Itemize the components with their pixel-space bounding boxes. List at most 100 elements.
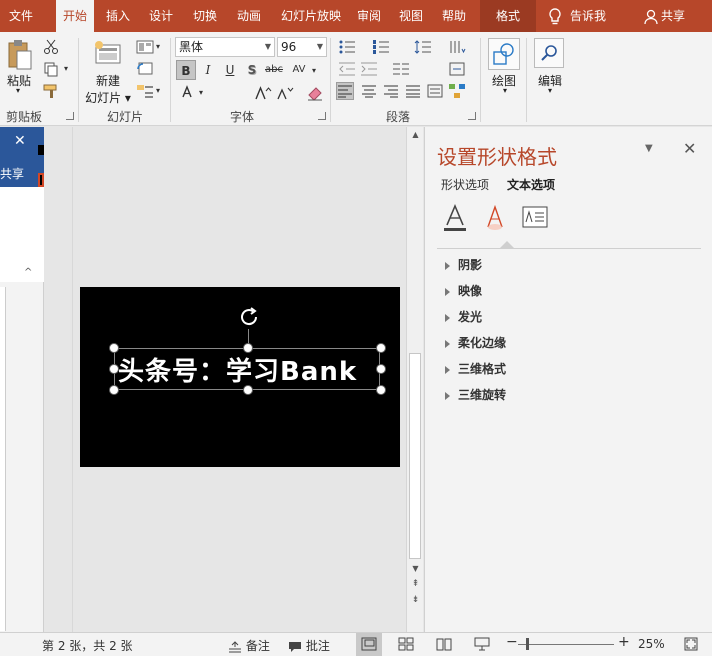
font-launcher[interactable]: [318, 112, 326, 120]
char-spacing-dropdown-icon[interactable]: ▾: [310, 64, 318, 76]
increase-indent-button[interactable]: [360, 60, 378, 78]
justify-button[interactable]: [404, 82, 422, 100]
section-3d-format[interactable]: 三维格式: [445, 360, 506, 377]
textbox-icon[interactable]: [521, 203, 549, 233]
reading-view-button[interactable]: [436, 637, 452, 654]
copy-button[interactable]: [42, 60, 60, 78]
tab-help[interactable]: 帮助: [436, 0, 472, 32]
resize-handle[interactable]: [109, 343, 119, 353]
drawing-button[interactable]: [488, 38, 520, 70]
tab-animations[interactable]: 动画: [230, 0, 268, 32]
editing-dropdown-icon[interactable]: ▾: [545, 86, 555, 95]
bullets-button[interactable]: [338, 38, 356, 56]
columns-button[interactable]: [392, 60, 410, 78]
chevron-up-icon[interactable]: ^: [24, 267, 32, 278]
zoom-slider[interactable]: [518, 644, 614, 645]
tab-shape-options[interactable]: 形状选项: [441, 176, 489, 193]
scroll-down-icon[interactable]: ▼: [407, 564, 424, 573]
decrease-font-button[interactable]: [276, 84, 294, 102]
resize-handle[interactable]: [243, 343, 253, 353]
align-left-button[interactable]: [336, 82, 354, 100]
tab-insert[interactable]: 插入: [100, 0, 136, 32]
tab-transitions[interactable]: 切换: [186, 0, 224, 32]
fit-to-window-button[interactable]: [684, 637, 698, 654]
increase-font-button[interactable]: [254, 84, 272, 102]
font-color-button[interactable]: [178, 84, 196, 102]
layout-dropdown-icon[interactable]: ▾: [154, 40, 162, 52]
next-slide-icon[interactable]: ⇟: [407, 595, 424, 605]
format-painter-button[interactable]: [42, 82, 60, 100]
previous-slide-icon[interactable]: ⇞: [407, 579, 424, 589]
copy-dropdown-icon[interactable]: ▾: [62, 62, 70, 74]
resize-handle[interactable]: [243, 385, 253, 395]
zoom-in-icon[interactable]: +: [618, 634, 630, 650]
align-right-button[interactable]: [382, 82, 400, 100]
tab-design[interactable]: 设计: [142, 0, 180, 32]
paste-dropdown-icon[interactable]: ▾: [13, 86, 23, 95]
clipboard-launcher[interactable]: [66, 112, 74, 120]
shadow-button[interactable]: S: [242, 60, 262, 80]
section-dropdown-icon[interactable]: ▾: [154, 84, 162, 96]
share-button[interactable]: 共享: [644, 0, 685, 32]
drawing-dropdown-icon[interactable]: ▾: [500, 86, 510, 95]
font-color-dropdown-icon[interactable]: ▾: [197, 86, 205, 98]
clear-format-button[interactable]: [306, 84, 324, 102]
align-center-button[interactable]: [360, 82, 378, 100]
scroll-thumb[interactable]: [409, 353, 421, 559]
line-spacing-button[interactable]: [414, 38, 432, 56]
decrease-indent-button[interactable]: [338, 60, 356, 78]
rotate-handle-icon[interactable]: [237, 305, 261, 329]
resize-handle[interactable]: [376, 385, 386, 395]
scroll-up-icon[interactable]: ▲: [407, 130, 424, 139]
new-slide-label[interactable]: 新建 幻灯片 ▾: [84, 72, 132, 106]
distribute-button[interactable]: [426, 82, 444, 100]
char-spacing-button[interactable]: AV: [288, 60, 310, 80]
notes-button[interactable]: 备注: [228, 637, 270, 654]
slide-text[interactable]: 头条号：学习Bank: [118, 351, 388, 388]
cut-button[interactable]: [42, 38, 60, 56]
tab-file[interactable]: 文件: [0, 0, 42, 32]
font-name-combo[interactable]: 黑体 ▼: [175, 37, 275, 57]
tab-text-options[interactable]: 文本选项: [507, 176, 555, 193]
section-3d-rotation[interactable]: 三维旋转: [445, 386, 506, 403]
section-reflection[interactable]: 映像: [445, 282, 482, 299]
reset-button[interactable]: [136, 60, 154, 78]
resize-handle[interactable]: [376, 343, 386, 353]
tab-slideshow[interactable]: 幻灯片放映: [274, 0, 348, 32]
font-size-combo[interactable]: 96 ▼: [277, 37, 327, 57]
resize-handle[interactable]: [109, 385, 119, 395]
comments-button[interactable]: 批注: [288, 637, 330, 654]
editing-button[interactable]: [534, 38, 564, 68]
layout-button[interactable]: [136, 38, 154, 56]
slide[interactable]: 头条号：学习Bank: [80, 287, 400, 467]
slide-sorter-button[interactable]: [398, 637, 414, 654]
bold-button[interactable]: B: [176, 60, 196, 80]
zoom-slider-thumb[interactable]: [526, 638, 529, 650]
tab-format[interactable]: 格式: [480, 0, 536, 32]
pane-options-icon[interactable]: ▼: [645, 143, 653, 154]
section-button[interactable]: [136, 82, 154, 100]
close-icon[interactable]: ✕: [683, 139, 696, 158]
resize-handle[interactable]: [109, 364, 119, 374]
paragraph-launcher[interactable]: [468, 112, 476, 120]
section-soft-edges[interactable]: 柔化边缘: [445, 334, 506, 351]
strikethrough-button[interactable]: abc: [262, 60, 286, 80]
thumbnail-scroll[interactable]: [0, 287, 6, 631]
paste-button[interactable]: [4, 38, 34, 72]
numbering-button[interactable]: [372, 38, 390, 56]
close-icon[interactable]: ✕: [14, 133, 26, 149]
resize-handle[interactable]: [376, 364, 386, 374]
italic-button[interactable]: I: [198, 60, 218, 80]
tell-me[interactable]: 告诉我: [548, 0, 606, 32]
vertical-scrollbar[interactable]: ▲ ▼ ⇞ ⇟: [406, 127, 423, 632]
slideshow-button[interactable]: [474, 637, 490, 654]
section-glow[interactable]: 发光: [445, 308, 482, 325]
tab-review[interactable]: 审阅: [352, 0, 386, 32]
normal-view-button[interactable]: [356, 633, 382, 656]
section-shadow[interactable]: 阴影: [445, 256, 482, 273]
underline-button[interactable]: U: [220, 60, 240, 80]
text-fill-outline-icon[interactable]: [441, 203, 469, 233]
new-slide-button[interactable]: [92, 38, 124, 70]
smartart-button[interactable]: [448, 82, 466, 100]
tab-view[interactable]: 视图: [394, 0, 428, 32]
